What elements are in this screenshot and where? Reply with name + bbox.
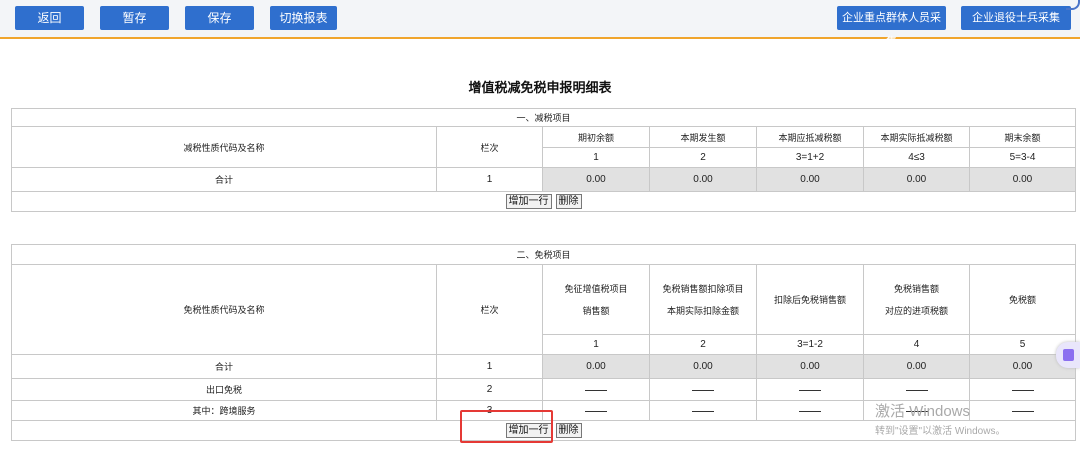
disabled-cell: [969, 378, 1076, 401]
reduction-total-seq: 1: [436, 167, 543, 192]
reduction-col-header: 本期实际抵减税额: [863, 126, 970, 148]
reduction-total-value: 0.00: [969, 167, 1076, 192]
reduction-col-seq: 栏次: [436, 126, 543, 168]
exemption-total-value: 0.00: [863, 354, 970, 379]
reduction-total-value: 0.00: [542, 167, 650, 192]
key-group-collect-button[interactable]: 企业重点群体人员采集: [837, 6, 946, 48]
disabled-cell: [649, 378, 757, 401]
reduction-total-value: 0.00: [649, 167, 757, 192]
table-row: 合计 1 0.00 0.00 0.00 0.00 0.00: [11, 167, 1076, 192]
floating-assistant-icon[interactable]: [1056, 342, 1080, 368]
watermark-line2: 转到"设置"以激活 Windows。: [875, 426, 1006, 437]
switch-report-button[interactable]: 切换报表: [270, 6, 337, 30]
exemption-section-title: 二、免税项目: [11, 244, 1076, 265]
refresh-icon: [1066, 0, 1080, 10]
reduction-col-name: 减税性质代码及名称: [11, 126, 437, 168]
watermark-line1: 激活 Windows: [875, 403, 971, 420]
exemption-col2-line1: 免税销售额扣除项目: [662, 283, 744, 294]
exemption-col-seq: 栏次: [436, 264, 543, 355]
exemption-col-header: 免税销售额扣除项目 本期实际扣除金额: [649, 264, 757, 335]
exemption-export-seq: 2: [436, 378, 543, 401]
activation-watermark: 激活 Windows 转到"设置"以激活 Windows。: [875, 403, 1005, 441]
reduction-section-title: 一、减税项目: [11, 108, 1076, 127]
veteran-collect-button[interactable]: 企业退役士兵采集: [961, 6, 1071, 30]
disabled-cell: [756, 400, 864, 421]
exemption-add-row-button[interactable]: 增加一行: [505, 423, 552, 438]
exemption-col-header: 免征增值税项目 销售额: [542, 264, 650, 335]
back-button[interactable]: 返回: [15, 6, 84, 30]
disabled-cell: [863, 378, 970, 401]
table-row: 出口免税 2: [11, 378, 1076, 401]
reduction-actions: 增加一行 删除: [11, 191, 1076, 212]
toolbar: 返回 暂存 保存 切换报表 企业重点群体人员采集 企业退役士兵采集: [0, 0, 1080, 48]
exemption-total-seq: 1: [436, 354, 543, 379]
save-button[interactable]: 保存: [185, 6, 254, 30]
exemption-total-value: 0.00: [649, 354, 757, 379]
exemption-col-header: 免税销售额 对应的进项税额: [863, 264, 970, 335]
disabled-cell: [756, 378, 864, 401]
reduction-col-header: 本期应抵减税额: [756, 126, 864, 148]
exemption-col-number: 1: [542, 334, 650, 355]
exemption-crossborder-label: 其中：跨境服务: [11, 400, 437, 421]
reduction-col-number: 1: [542, 147, 650, 168]
exemption-col4-line1: 免税销售额: [893, 283, 939, 294]
exemption-col-number: 4: [863, 334, 970, 355]
exemption-col5-header: 免税额: [969, 264, 1076, 335]
exemption-total-value: 0.00: [756, 354, 864, 379]
reduction-col-number: 4≤3: [863, 147, 970, 168]
reduction-col-number: 3=1+2: [756, 147, 864, 168]
reduction-col-number: 2: [649, 147, 757, 168]
save-draft-button[interactable]: 暂存: [100, 6, 169, 30]
exemption-col-name: 免税性质代码及名称: [11, 264, 437, 355]
exemption-total-value: 0.00: [542, 354, 650, 379]
disabled-cell: [649, 400, 757, 421]
exemption-col-number: 2: [649, 334, 757, 355]
exemption-col3-header: 扣除后免税销售额: [756, 264, 864, 335]
exemption-col1-line2: 销售额: [582, 305, 610, 316]
reduction-total-value: 0.00: [756, 167, 864, 192]
exemption-col4-line2: 对应的进项税额: [884, 305, 948, 316]
disabled-cell: [542, 400, 650, 421]
reduction-delete-button[interactable]: 删除: [555, 194, 582, 209]
exemption-delete-button[interactable]: 删除: [555, 423, 582, 438]
reduction-total-label: 合计: [11, 167, 437, 192]
table-row: 合计 1 0.00 0.00 0.00 0.00 0.00: [11, 354, 1076, 379]
reduction-col-number: 5=3-4: [969, 147, 1076, 168]
exemption-col1-line1: 免征增值税项目: [564, 283, 628, 294]
disabled-cell: [542, 378, 650, 401]
exemption-export-label: 出口免税: [11, 378, 437, 401]
reduction-table: 一、减税项目 减税性质代码及名称 栏次 期初余额 本期发生额 本期应抵减税额 本…: [11, 108, 1076, 212]
exemption-crossborder-seq: 3: [436, 400, 543, 421]
page-title: 增值税减免税申报明细表: [468, 80, 612, 95]
exemption-col2-line2: 本期实际扣除金额: [666, 305, 739, 316]
reduction-total-value: 0.00: [863, 167, 970, 192]
reduction-col-header: 本期发生额: [649, 126, 757, 148]
exemption-col-number: 3=1-2: [756, 334, 864, 355]
reduction-col-header: 期末余额: [969, 126, 1076, 148]
exemption-total-label: 合计: [11, 354, 437, 379]
reduction-col-header: 期初余额: [542, 126, 650, 148]
reduction-add-row-button[interactable]: 增加一行: [505, 194, 552, 209]
